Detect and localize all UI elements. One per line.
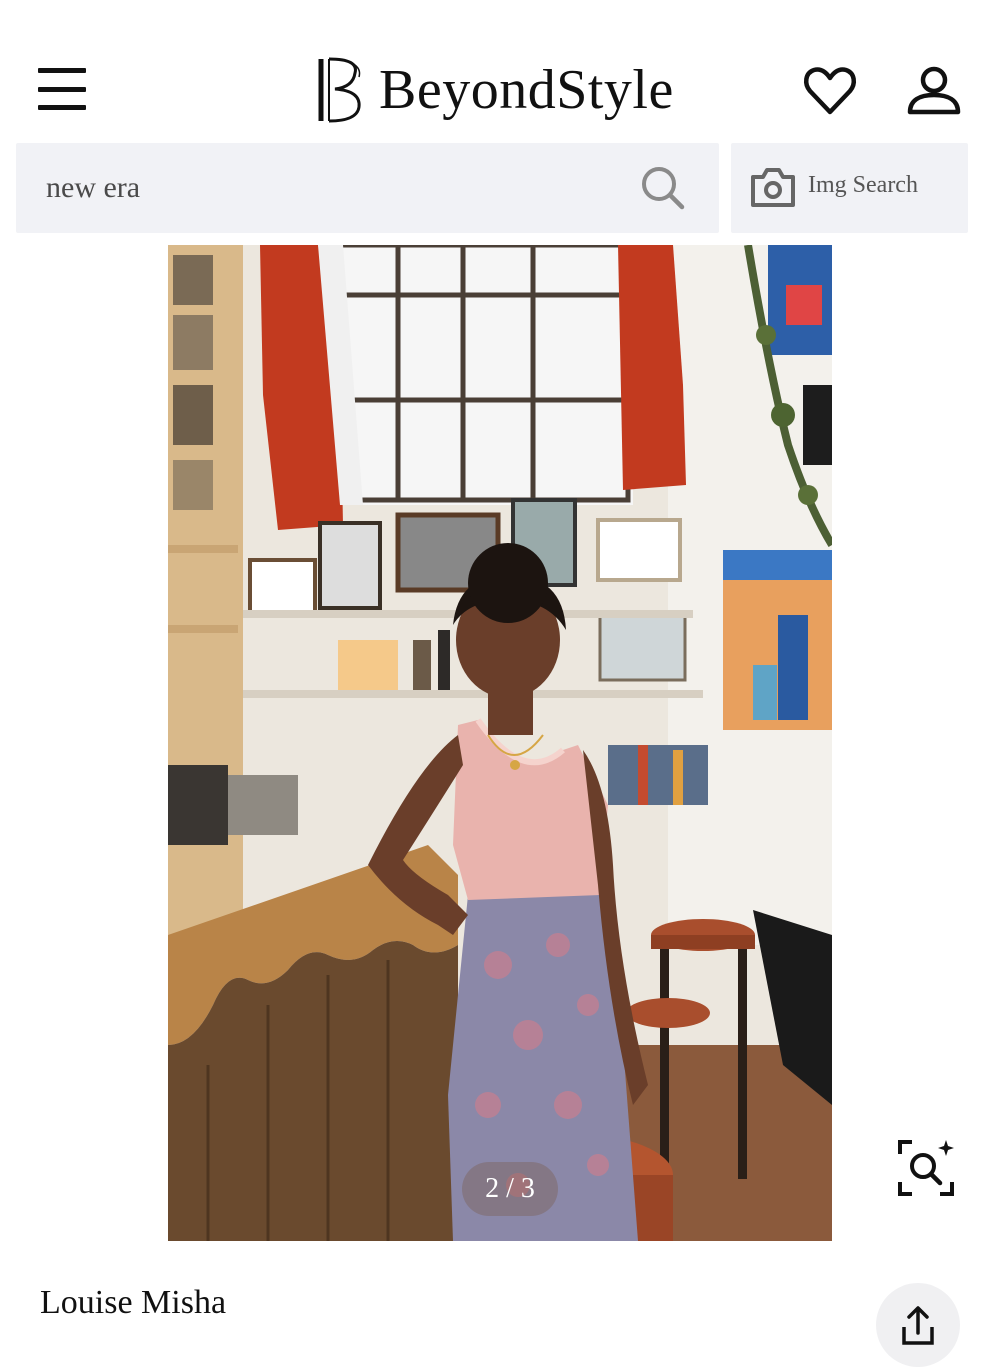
brand-logo[interactable]: BeyondStyle: [315, 54, 674, 126]
share-button[interactable]: [876, 1283, 960, 1367]
menu-button[interactable]: [38, 68, 88, 110]
wishlist-button[interactable]: [802, 62, 858, 118]
account-button[interactable]: [905, 62, 963, 118]
visual-search-button[interactable]: [896, 1138, 956, 1198]
brand-name: BeyondStyle: [379, 59, 674, 121]
search-button[interactable]: [638, 163, 686, 211]
logo-monogram-icon: [318, 57, 361, 123]
gallery-pager: 2 / 3: [462, 1162, 558, 1216]
share-icon: [902, 1306, 934, 1345]
heart-icon: [804, 67, 856, 115]
scan-search-icon: [898, 1140, 954, 1196]
search-icon: [642, 167, 685, 210]
product-name: Louise Misha: [40, 1284, 227, 1321]
camera-icon: [751, 168, 795, 207]
search-box: [16, 143, 719, 233]
header: BeyondStyle: [0, 0, 1000, 140]
user-icon: [907, 66, 961, 115]
search-input[interactable]: [46, 163, 606, 213]
menu-icon: [38, 68, 86, 73]
product-photo-image: [168, 245, 832, 1241]
image-search-button[interactable]: Img Search: [731, 143, 968, 233]
product-photo[interactable]: [168, 245, 832, 1241]
image-search-label: Img Search: [808, 172, 918, 198]
